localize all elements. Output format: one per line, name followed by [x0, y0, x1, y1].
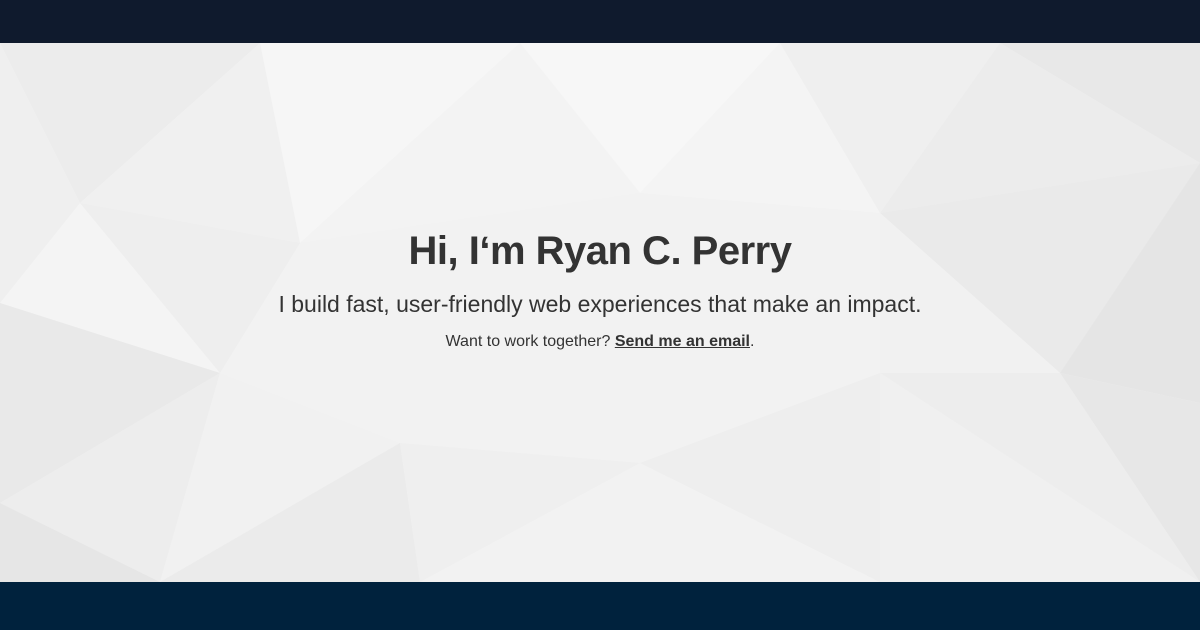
cta-prefix: Want to work together?	[445, 333, 615, 350]
top-bar	[0, 0, 1200, 43]
bottom-bar	[0, 582, 1200, 630]
hero-subtitle: I build fast, user-friendly web experien…	[278, 291, 922, 317]
cta-suffix: .	[749, 333, 755, 350]
hero-title: Hi, I‘m Ryan C. Perry	[408, 229, 792, 273]
cta-line: Want to work together? Send me an email.	[0, 331, 1200, 353]
hero-content: Hi, I‘m Ryan C. Perry I build fast, user…	[0, 227, 1200, 353]
send-email-link[interactable]: Send me an email	[615, 333, 750, 350]
hero-section: Hi, I‘m Ryan C. Perry I build fast, user…	[0, 43, 1200, 582]
